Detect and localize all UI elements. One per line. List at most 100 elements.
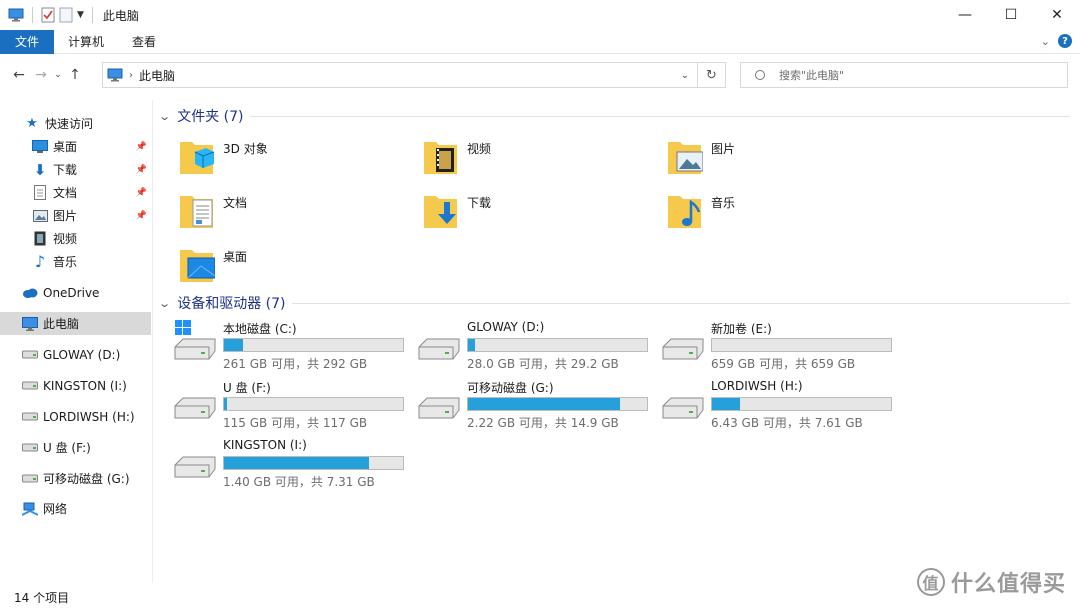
sidebar-item-drive[interactable]: U 盘 (F:)	[0, 436, 151, 459]
expand-ribbon-icon[interactable]: ⌄	[1041, 35, 1050, 48]
navigation-bar: ← → ⌄ ↑ › 此电脑 ⌄ ↻ 搜索"此电脑"	[0, 58, 1080, 92]
properties-icon[interactable]	[41, 7, 55, 23]
capacity-bar	[467, 338, 648, 352]
hard-drive-icon	[174, 338, 216, 360]
sidebar-item-onedrive[interactable]: OneDrive	[0, 281, 151, 304]
sidebar-item-label: 图片	[53, 209, 78, 223]
ribbon-controls: ⌄ ?	[1041, 34, 1072, 48]
address-history-dropdown-icon[interactable]: ⌄	[681, 70, 689, 81]
desktop-icon	[180, 250, 215, 282]
sidebar-item-label: 视频	[53, 232, 78, 246]
customize-toolbar-dropdown-icon[interactable]: ▼	[77, 10, 84, 20]
sidebar-item-drive[interactable]: 可移动磁盘 (G:)	[0, 467, 151, 490]
sidebar-item-drive[interactable]: GLOWAY (D:)	[0, 343, 151, 366]
desktop-icon	[32, 139, 48, 155]
drive-item[interactable]: LORDIWSH (H:) 6.43 GB 可用，共 7.61 GB	[661, 378, 901, 434]
capacity-fill	[224, 457, 369, 469]
folder-item-desktop[interactable]: 桌面	[179, 244, 409, 294]
usb-drive-icon	[22, 471, 38, 487]
watermark-logo: 值	[916, 568, 945, 596]
folder-item-videos[interactable]: 视频	[423, 136, 653, 186]
close-button[interactable]: ✕	[1034, 0, 1080, 30]
music-icon: ♪	[34, 252, 46, 271]
sidebar-item-documents[interactable]: 文档 📌	[0, 181, 151, 204]
download-icon: ⬇	[33, 160, 47, 179]
folder-label: 音乐	[711, 196, 736, 210]
usb-drive-icon	[22, 440, 38, 456]
drive-label: U 盘 (F:)	[223, 381, 271, 395]
hard-drive-icon	[662, 338, 704, 360]
search-input[interactable]: 搜索"此电脑"	[740, 62, 1068, 88]
drive-item[interactable]: U 盘 (F:) 115 GB 可用，共 117 GB	[173, 378, 413, 434]
drive-item[interactable]: GLOWAY (D:) 28.0 GB 可用，共 29.2 GB	[417, 319, 657, 375]
drive-label: GLOWAY (D:)	[467, 320, 545, 334]
windows-logo-icon	[175, 320, 191, 335]
hard-drive-icon	[418, 338, 460, 360]
breadcrumb[interactable]: 此电脑	[139, 67, 175, 84]
refresh-button[interactable]: ↻	[698, 62, 726, 88]
back-button[interactable]: ←	[8, 67, 30, 83]
pin-icon[interactable]: 📌	[136, 142, 147, 152]
folder-label: 视频	[467, 142, 492, 156]
drive-item[interactable]: 新加卷 (E:) 659 GB 可用，共 659 GB	[661, 319, 901, 375]
sidebar-item-label: GLOWAY (D:)	[43, 347, 121, 362]
up-button[interactable]: ↑	[64, 67, 86, 83]
breadcrumb-separator-icon[interactable]: ›	[129, 70, 133, 81]
pin-icon[interactable]: 📌	[136, 165, 147, 175]
folder-item-3d-objects[interactable]: 3D 对象	[179, 136, 409, 186]
sidebar-item-videos[interactable]: 视频	[0, 227, 151, 250]
forward-button[interactable]: →	[30, 67, 52, 83]
drive-item[interactable]: 可移动磁盘 (G:) 2.22 GB 可用，共 14.9 GB	[417, 378, 657, 434]
sidebar-item-label: 桌面	[53, 140, 78, 154]
maximize-button[interactable]: ☐	[988, 0, 1034, 30]
address-bar[interactable]: › 此电脑 ⌄	[102, 62, 698, 88]
folder-label: 3D 对象	[223, 142, 268, 156]
sidebar-item-label: 此电脑	[43, 317, 80, 331]
divider	[250, 116, 1070, 117]
sidebar-item-network[interactable]: 网络	[0, 497, 151, 520]
capacity-bar	[223, 397, 404, 411]
usb-drive-icon	[22, 378, 38, 394]
sidebar-item-downloads[interactable]: ⬇ 下载 📌	[0, 158, 151, 181]
minimize-button[interactable]: —	[942, 0, 988, 30]
pin-icon[interactable]: 📌	[136, 188, 147, 198]
capacity-fill	[224, 339, 243, 351]
tab-file[interactable]: 文件	[0, 29, 54, 54]
sidebar-item-drive[interactable]: LORDIWSH (H:)	[0, 405, 151, 428]
folder-label: 下载	[467, 196, 492, 210]
recent-locations-dropdown-icon[interactable]: ⌄	[52, 70, 64, 80]
folder-item-documents[interactable]: 文档	[179, 190, 409, 240]
sidebar-item-pictures[interactable]: 图片 📌	[0, 204, 151, 227]
sidebar-item-label: OneDrive	[43, 285, 100, 300]
drive-item[interactable]: 本地磁盘 (C:) 261 GB 可用，共 292 GB	[173, 319, 413, 375]
sidebar-item-drive[interactable]: KINGSTON (I:)	[0, 374, 151, 397]
folder-item-downloads[interactable]: 下载	[423, 190, 653, 240]
ribbon-tabs: 文件 计算机 查看 ⌄ ?	[0, 29, 1080, 54]
tab-computer[interactable]: 计算机	[54, 30, 118, 54]
help-icon[interactable]: ?	[1058, 34, 1072, 48]
3d-objects-icon	[180, 142, 215, 174]
video-icon	[32, 231, 48, 247]
drive-item[interactable]: KINGSTON (I:) 1.40 GB 可用，共 7.31 GB	[173, 437, 413, 493]
drive-space-info: 6.43 GB 可用，共 7.61 GB	[711, 416, 863, 430]
sidebar-item-quick-access[interactable]: ★ 快速访问	[0, 112, 151, 135]
drive-space-info: 115 GB 可用，共 117 GB	[223, 416, 368, 430]
section-header-devices[interactable]: ⌄ 设备和驱动器 (7)	[158, 293, 285, 313]
sidebar-item-this-pc[interactable]: 此电脑	[0, 312, 151, 335]
folder-item-pictures[interactable]: 图片	[667, 136, 897, 186]
drive-space-info: 1.40 GB 可用，共 7.31 GB	[223, 475, 375, 489]
tab-view[interactable]: 查看	[118, 30, 170, 54]
section-header-folders[interactable]: ⌄ 文件夹 (7)	[158, 106, 244, 126]
pin-icon[interactable]: 📌	[136, 211, 147, 221]
cloud-icon	[22, 285, 38, 301]
window-controls: — ☐ ✕	[942, 0, 1080, 30]
sidebar-item-music[interactable]: ♪ 音乐	[0, 250, 151, 273]
section-title: 文件夹 (7)	[177, 109, 244, 125]
star-icon: ★	[26, 116, 38, 131]
sidebar-item-desktop[interactable]: 桌面 📌	[0, 135, 151, 158]
document-icon	[180, 196, 213, 228]
capacity-bar	[711, 397, 892, 411]
new-folder-icon[interactable]	[59, 7, 73, 23]
folder-item-music[interactable]: 音乐	[667, 190, 897, 240]
folder-label: 文档	[223, 196, 248, 210]
